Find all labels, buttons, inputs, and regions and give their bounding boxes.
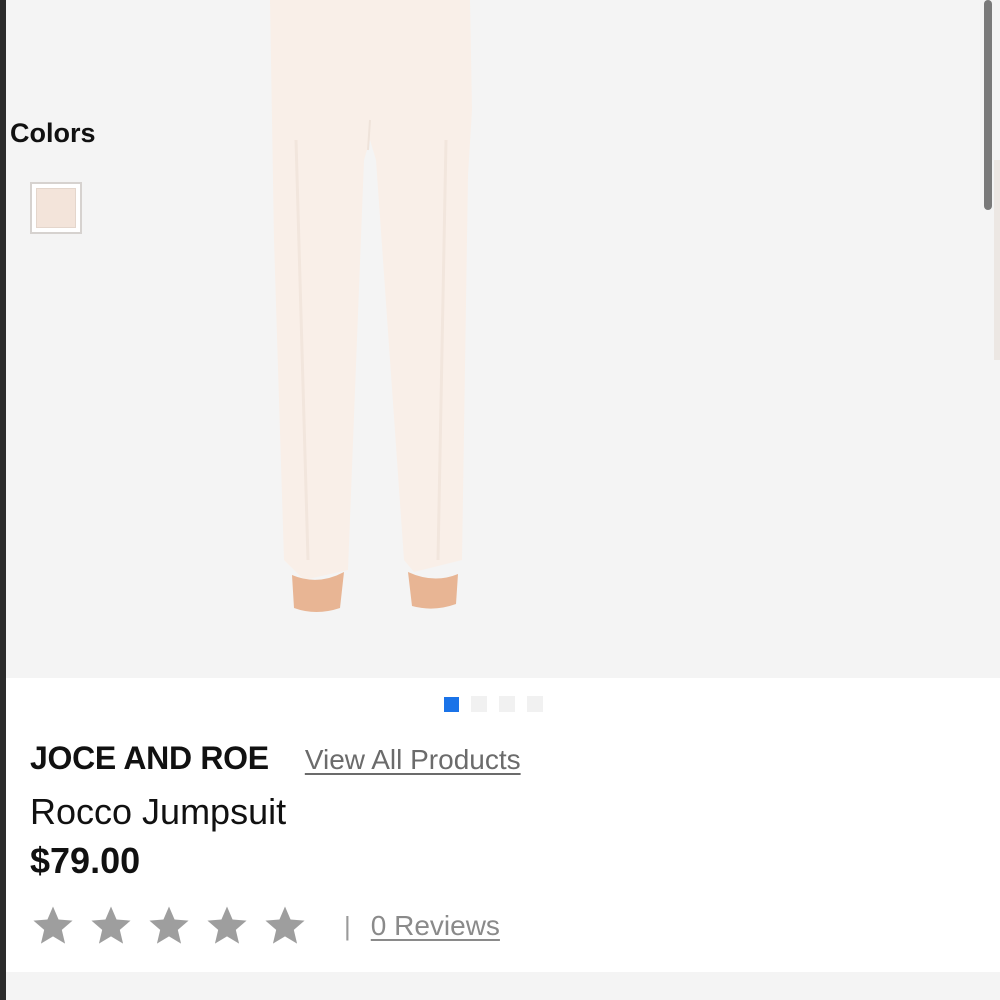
reviews-link[interactable]: 0 Reviews [371,910,500,942]
star-icon [207,906,247,944]
rating-separator: | [344,910,351,941]
bottom-section [6,972,1000,1000]
product-price: $79.00 [30,840,141,881]
gallery-scrollbar[interactable] [984,0,992,210]
gallery-pagination[interactable] [444,696,543,712]
product-gallery[interactable]: Colors [6,0,1000,678]
color-swatch-cream[interactable] [30,182,82,234]
view-all-products-link[interactable]: View All Products [305,744,521,776]
pagination-dot[interactable] [527,696,543,712]
swatch-fill [36,188,76,228]
cuff-right [408,572,458,609]
star-icon [149,906,189,944]
pagination-dot[interactable] [499,696,515,712]
star-icon [33,906,73,944]
brand-row: JOCE AND ROE View All Products [30,740,521,777]
product-title: Rocco Jumpsuit [30,791,287,832]
pagination-dot[interactable] [471,696,487,712]
colors-label: Colors [10,118,96,148]
brand-name: JOCE AND ROE [30,740,269,776]
product-image[interactable] [256,0,486,630]
next-image-peek [994,160,1000,360]
pagination-dot-active[interactable] [444,697,459,712]
star-icon [91,906,131,944]
cuff-left [292,572,344,612]
rating-row: | 0 Reviews [30,903,500,949]
star-icon [265,906,305,944]
product-page: Colors JOCE AND ROE View All Products Ro… [0,0,1000,1000]
